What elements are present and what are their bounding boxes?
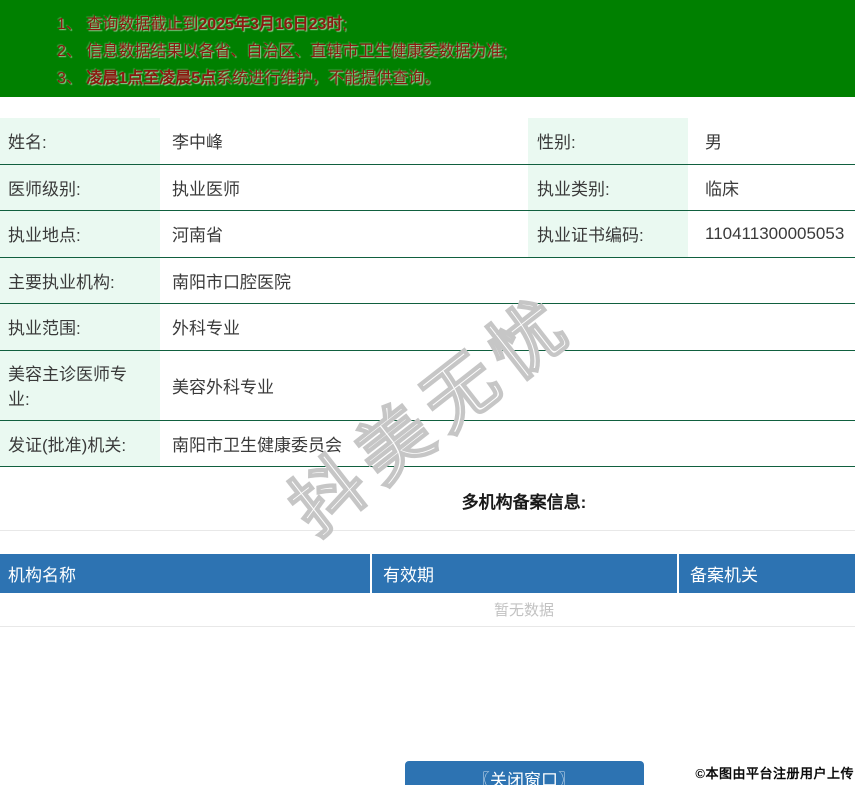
name-value: 李中峰 (172, 133, 223, 153)
notice-3-bold: 凌晨1点至凌晨5点 (86, 70, 217, 87)
close-window-button[interactable]: 〖关闭窗口〗 (404, 761, 644, 785)
record-table-header: 机构名称 有效期 备案机关 (0, 554, 855, 593)
notice-1-text: 1、 查询数据截止到 (57, 16, 199, 33)
section-title: 多机构备案信息: (0, 467, 855, 531)
doctor-level-value: 执业医师 (172, 179, 240, 199)
certificate-no-value: 110411300005053 (705, 223, 845, 243)
practitioner-info-table: 姓名: 李中峰 性别: 男 医师级别: 执业医师 执业类别: 临床 执业地点: … (0, 118, 855, 467)
copyright-overlay: ©本图由平台注册用户上传 (695, 766, 854, 781)
table-row: 主要执业机构: 南阳市口腔医院 (0, 257, 855, 304)
cosmetic-specialty-label: 美容主诊医师专业: (0, 350, 160, 420)
table-row: 姓名: 李中峰 性别: 男 (0, 118, 855, 165)
notice-2-text: 2、 信息数据结果以各省、自治区、直辖市卫生健康委数据为准; (57, 43, 507, 60)
practice-type-label: 执业类别: (528, 164, 688, 210)
notice-line-1: 1、 查询数据截止到2025年3月16日23时; (57, 11, 855, 38)
gender-value: 男 (705, 133, 722, 153)
table-row: 医师级别: 执业医师 执业类别: 临床 (0, 164, 855, 211)
table-row: 执业地点: 河南省 执业证书编码: 110411300005053 (0, 211, 855, 258)
issuing-authority-label: 发证(批准)机关: (0, 420, 160, 466)
column-header-authority: 备案机关 (679, 554, 855, 593)
issuing-authority-value: 南阳市卫生健康委员会 (172, 435, 342, 455)
empty-data-text: 暂无数据 (0, 593, 855, 627)
notice-line-2: 2、 信息数据结果以各省、自治区、直辖市卫生健康委数据为准; (57, 38, 855, 65)
practice-type-value: 临床 (705, 179, 739, 199)
doctor-level-label: 医师级别: (0, 164, 160, 210)
practice-place-value: 河南省 (172, 226, 223, 246)
main-institution-value: 南阳市口腔医院 (172, 272, 291, 292)
cosmetic-specialty-value: 美容外科专业 (172, 377, 274, 397)
notice-line-3: 3、 凌晨1点至凌晨5点系统进行维护，不能提供查询。 (57, 65, 855, 92)
practice-scope-label: 执业范围: (0, 304, 160, 350)
certificate-no-label: 执业证书编码: (528, 211, 688, 257)
main-institution-label: 主要执业机构: (0, 257, 160, 303)
notice-1-bold: 2025年3月16日23时 (198, 16, 343, 33)
gender-label: 性别: (528, 118, 688, 164)
name-label: 姓名: (0, 118, 160, 164)
notice-3-text: 3、 (57, 70, 87, 87)
notice-1-tail: ; (342, 16, 347, 33)
practice-scope-value: 外科专业 (172, 319, 240, 339)
multi-institution-section: 多机构备案信息: 机构名称 有效期 备案机关 暂无数据 〖关闭窗口〗 (0, 467, 855, 785)
notice-banner: 1、 查询数据截止到2025年3月16日23时; 2、 信息数据结果以各省、自治… (0, 0, 855, 97)
column-header-validity: 有效期 (372, 554, 677, 593)
column-header-institution: 机构名称 (0, 554, 370, 593)
practice-place-label: 执业地点: (0, 211, 160, 257)
table-row: 美容主诊医师专业: 美容外科专业 (0, 350, 855, 421)
table-row: 执业范围: 外科专业 (0, 304, 855, 351)
notice-3-tail: 系统进行维护，不能提供查询。 (216, 70, 441, 87)
table-row: 发证(批准)机关: 南阳市卫生健康委员会 (0, 420, 855, 467)
